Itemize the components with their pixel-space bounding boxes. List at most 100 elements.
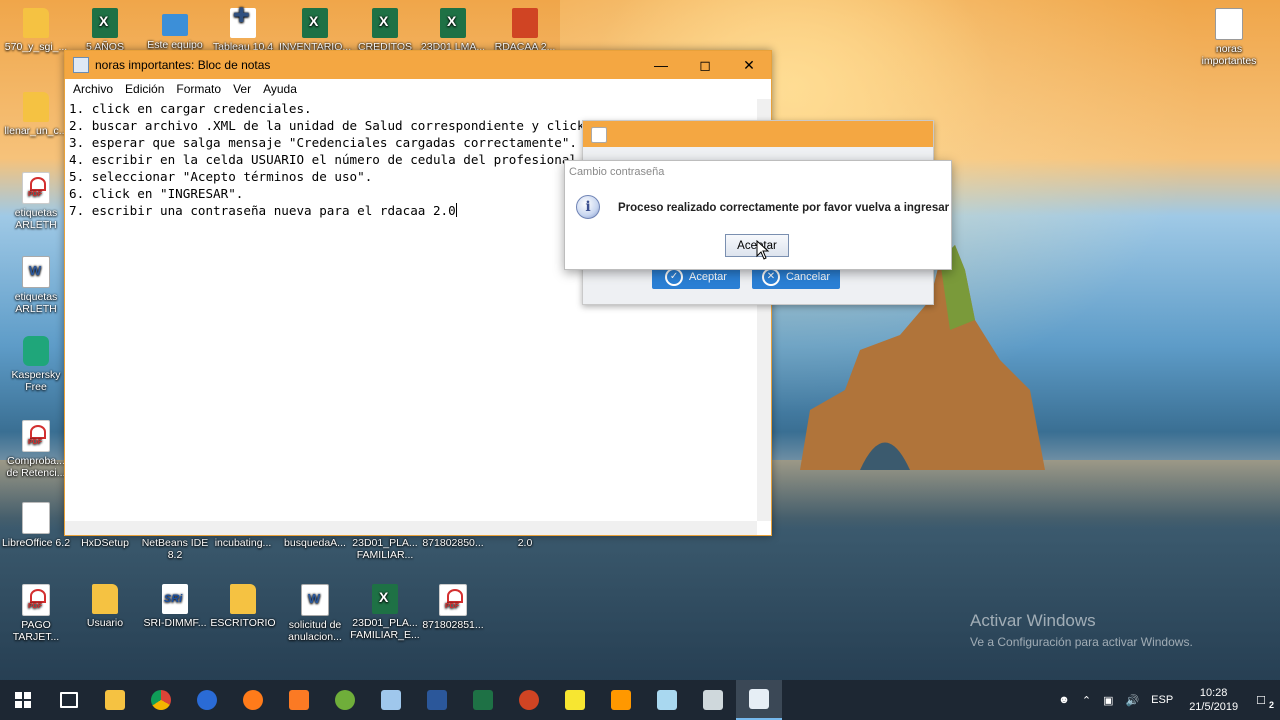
desktop-icon[interactable]: llenar_un_c... [0,92,72,137]
xls-file-icon [440,8,466,38]
info-icon: i [576,195,600,219]
desktop-icon-label: etiquetas ARLETH [14,207,58,231]
taskbar-app-box[interactable] [368,680,414,720]
java-icon [749,689,769,709]
desktop-icon[interactable]: Comproba... de Retenci... [0,420,72,479]
taskbar-app-green[interactable] [322,680,368,720]
desktop-icon-label: ESCRITORIO [210,617,276,629]
desktop-icon-label: 23D01_PLA... FAMILIAR... [352,537,418,561]
language-indicator[interactable]: ESP [1145,694,1179,706]
excel-icon [473,690,493,710]
taskbar-xampp[interactable] [276,680,322,720]
desktop-icon[interactable]: solicitud de anulacion... [279,584,351,643]
desktop-icon[interactable]: 570_y_sgi_... [0,8,72,53]
mouse-cursor-icon [756,240,770,260]
chevron-up-icon[interactable]: ⌃ [1076,694,1097,707]
desktop-icon[interactable]: 23D01_PLA... FAMILIAR_E... [349,584,421,641]
desktop-icon[interactable]: etiquetas ARLETH [0,172,72,231]
menu-ayuda[interactable]: Ayuda [257,82,303,96]
desktop-icon-label: busquedaA... [284,537,346,549]
tool-icon [703,690,723,710]
desktop-icon[interactable]: Usuario [69,584,141,629]
desktop-icon-label: 23D01_PLA... FAMILIAR_E... [350,617,420,641]
notepad-menubar: Archivo Edición Formato Ver Ayuda [65,79,771,99]
sri-file-icon [162,584,188,614]
taskbar-word[interactable] [414,680,460,720]
folder-file-icon [92,584,118,614]
pdf-file-icon [22,584,50,616]
desktop-icon[interactable]: Este equipo [139,8,211,51]
desktop-icon[interactable]: Kaspersky Free [0,336,72,393]
desktop-icon[interactable]: ESCRITORIO [207,584,279,629]
minimize-icon[interactable]: — [639,51,683,79]
desktop-icon[interactable]: SRI-DIMMF... [139,584,211,629]
desktop-icon[interactable]: noras importantes [1193,8,1265,67]
taskbar-firefox[interactable] [230,680,276,720]
desktop-icon[interactable]: 5 AÑOS [69,8,141,53]
desktop-icon[interactable]: 23D01 LMA... [417,8,489,53]
taskbar-firefox-dev[interactable] [184,680,230,720]
app-icon [335,690,355,710]
desktop-icon[interactable]: Tableau 10.4 [207,8,279,53]
desktop-icon-label: SRI-DIMMF... [143,617,207,629]
folder-file-icon [230,584,256,614]
java-accept-label: Aceptar [689,271,727,283]
desktop-icon[interactable]: CREDITOS [349,8,421,53]
java-dialog-titlebar[interactable] [583,121,933,147]
desktop-icon[interactable]: etiquetas ARLETH [0,256,72,315]
menu-archivo[interactable]: Archivo [67,82,119,96]
taskbar-excel[interactable] [460,680,506,720]
horizontal-scrollbar[interactable] [65,521,757,535]
chrome-icon [151,690,171,710]
taskbar-java[interactable] [736,680,782,720]
desktop-icon[interactable]: INVENTARIO... [279,8,351,53]
pdf-file-icon [439,584,467,616]
blank-file-icon [22,502,50,534]
taskbar-powerpoint[interactable] [506,680,552,720]
close-icon[interactable]: ✕ [727,51,771,79]
menu-formato[interactable]: Formato [170,82,227,96]
menu-edicion[interactable]: Edición [119,82,170,96]
clock-date: 21/5/2019 [1189,701,1239,713]
text-line: 1. click en cargar credenciales. [69,101,312,116]
taskbar-chrome[interactable] [138,680,184,720]
task-view-button[interactable] [46,680,92,720]
desktop-icon-label: llenar_un_c... [4,125,68,137]
java-cancel-label: Cancelar [785,271,831,283]
text-line: 7. escribir una contraseña nueva para el… [69,203,456,218]
desktop-icon-label: 871802850... [422,537,484,549]
notepad-titlebar[interactable]: noras importantes: Bloc de notas — ◻ ✕ [65,51,771,79]
taskbar-sticky[interactable] [552,680,598,720]
desktop-icon-label: etiquetas ARLETH [14,291,58,315]
desktop-icon[interactable]: RDACAA 2... [489,8,561,53]
pdf-file-icon [22,172,50,204]
taskbar-explorer[interactable] [92,680,138,720]
notification-center-icon[interactable]: ☐ 2 [1248,694,1280,710]
clock-time: 10:28 [1199,687,1228,699]
taskbar-sublime[interactable] [598,680,644,720]
clock[interactable]: 10:28 21/5/2019 [1179,686,1248,714]
taskbar-app-tool[interactable] [690,680,736,720]
desktop-icon[interactable]: LibreOffice 6.2 [0,502,72,549]
activation-watermark-subtitle: Ve a Configuración para activar Windows. [970,635,1193,649]
taskbar-app-light[interactable] [644,680,690,720]
pc-file-icon [162,14,188,36]
txt-file-icon [1215,8,1243,40]
check-icon: ✓ [665,268,684,286]
desktop-icon[interactable]: 871802851... [417,584,489,631]
menu-ver[interactable]: Ver [227,82,257,96]
maximize-icon[interactable]: ◻ [683,51,727,79]
network-icon[interactable]: ▣ [1097,694,1119,707]
task-view-icon [60,692,78,708]
desktop-icon-label: 871802851... [422,619,484,631]
volume-icon[interactable]: 🔊 [1119,694,1145,707]
desktop-icon[interactable]: PAGO TARJET... [0,584,72,643]
desktop-icon-label: PAGO TARJET... [12,619,60,643]
xls-file-icon [372,584,398,614]
ppt-file-icon [512,8,538,38]
notes-icon [657,690,677,710]
box-icon [381,690,401,710]
start-button[interactable] [0,680,46,720]
people-icon[interactable]: ☻ [1052,694,1076,706]
desktop-icon-label: solicitud de anulacion... [288,619,342,643]
